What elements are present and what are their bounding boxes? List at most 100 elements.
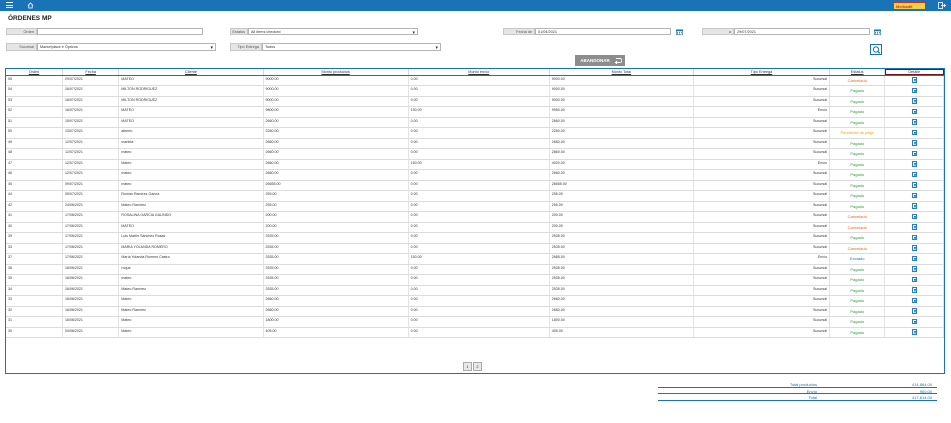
cell-cliente: mateo <box>118 148 264 160</box>
detail-icon[interactable] <box>911 87 917 93</box>
pagination: 1 2 <box>463 362 482 371</box>
cell-monto-productos: 255.00 <box>263 201 409 212</box>
cell-fecha: 15/07/2021 <box>62 117 120 128</box>
detail-icon[interactable] <box>911 245 917 251</box>
cell-monto-total: 2260.00 <box>549 127 694 139</box>
cell-monto-productos: 2660.00 <box>263 159 409 170</box>
tipo-entrega-select[interactable]: Todos ▾ <box>262 43 441 51</box>
detail-icon[interactable] <box>911 297 917 303</box>
cell-monto-total: 2660.00 <box>549 306 694 317</box>
cell-monto-productos: 9000.00 <box>263 85 409 97</box>
detail-icon[interactable] <box>911 129 917 135</box>
cell-tipo-entrega: Sucursal <box>693 316 831 328</box>
orden-input[interactable] <box>37 28 203 35</box>
cell-detalle <box>884 96 944 107</box>
cell-monto-envio: 0.00 <box>408 96 550 107</box>
orders-table: Orden Fecha Cliente Monto productos Monto en… <box>5 68 945 374</box>
chevron-down-icon: ▾ <box>210 45 213 51</box>
cell-monto-total: 9000.00 <box>549 85 694 97</box>
cell-orden: 31 <box>6 316 63 328</box>
detail-icon[interactable] <box>911 182 917 188</box>
cell-tipo-entrega: Sucursal <box>693 295 831 307</box>
cell-fecha: 16/07/2021 <box>62 106 120 118</box>
cell-cliente: ROSALINA GARCIA GALINDO <box>118 211 264 223</box>
detail-icon[interactable] <box>911 276 917 282</box>
cell-detalle <box>884 253 944 265</box>
cell-fecha: 16/06/2021 <box>62 274 120 286</box>
detail-icon[interactable] <box>911 224 917 230</box>
detail-icon[interactable] <box>911 203 917 209</box>
cell-tipo-entrega: Sucursal <box>693 264 831 275</box>
menu-icon[interactable] <box>6 2 13 9</box>
abandon-button[interactable]: ABANDONAR <box>575 55 625 66</box>
cell-monto-envio: 0.00 <box>408 201 550 212</box>
cell-detalle <box>884 222 944 233</box>
cell-orden: 39 <box>6 232 63 244</box>
detail-icon[interactable] <box>911 77 917 83</box>
cell-monto-envio: 150.00 <box>408 159 550 170</box>
cell-tipo-entrega: Sucursal <box>693 96 831 107</box>
total-value: 417,814.00 <box>911 395 932 400</box>
cell-cliente: marleta <box>118 138 264 149</box>
home-icon[interactable] <box>27 2 34 9</box>
detail-icon[interactable] <box>911 329 917 335</box>
calendar-icon[interactable] <box>676 29 684 36</box>
cell-monto-total: 255.00 <box>549 190 694 202</box>
cell-detalle <box>884 243 944 254</box>
detail-icon[interactable] <box>911 318 917 324</box>
detail-icon[interactable] <box>911 287 917 293</box>
cell-fecha: 12/07/2021 <box>62 159 120 170</box>
cell-monto-productos: 2535.00 <box>263 232 409 244</box>
chevron-down-icon: ▾ <box>435 45 438 51</box>
detail-icon[interactable] <box>911 266 917 272</box>
detail-icon[interactable] <box>911 255 917 261</box>
detail-icon[interactable] <box>911 171 917 177</box>
table-row: 54 16/07/2021 MILTON RODRIGUEZ 9000.00 0.00 9… <box>6 85 944 97</box>
page-1-button[interactable]: 1 <box>463 362 472 371</box>
cell-fecha: 17/06/2021 <box>62 232 120 244</box>
detail-icon[interactable] <box>911 192 917 198</box>
status-badge: Pagado <box>829 138 886 149</box>
cell-monto-productos: 2535.00 <box>263 274 409 286</box>
status-badge: Cancelado <box>829 222 886 233</box>
detail-icon[interactable] <box>911 234 917 240</box>
cell-cliente: MILTON RODRIGUEZ <box>118 96 264 107</box>
cell-monto-envio: 0.00 <box>408 295 550 307</box>
cell-tipo-entrega: Sucursal <box>693 85 831 97</box>
detail-icon[interactable] <box>911 161 917 167</box>
cell-fecha: 16/07/2021 <box>62 96 120 107</box>
cell-monto-productos: 2535.00 <box>263 253 409 265</box>
cell-tipo-entrega: Sucursal <box>693 327 831 338</box>
cell-cliente: mateo <box>118 180 264 191</box>
estatus-select[interactable]: All items checked ▾ <box>248 28 418 36</box>
detail-icon[interactable] <box>911 150 917 156</box>
fecha-a-input[interactable]: 29/07/2021 <box>734 28 870 35</box>
exit-icon[interactable] <box>938 2 947 9</box>
detail-icon[interactable] <box>911 98 917 104</box>
status-badge: Pagado <box>829 96 886 107</box>
cell-orden: 52 <box>6 106 63 118</box>
table-row: 51 15/07/2021 MATEO 2660.00 0.00 2660.00 Sucur… <box>6 117 944 128</box>
cell-monto-envio: 0.00 <box>408 138 550 149</box>
page-2-button[interactable]: 2 <box>473 362 482 371</box>
table-row: 44 05/07/2021 Román Ramírez García 255.00 0.… <box>6 190 944 202</box>
cell-tipo-entrega: Sucursal <box>693 117 831 128</box>
cell-monto-productos: 2260.00 <box>263 127 409 139</box>
table-row: 36 16/06/2021 roque 2535.00 0.00 2535.00 Sucur… <box>6 264 944 275</box>
search-button[interactable] <box>870 44 882 55</box>
cell-cliente: Mateo <box>118 295 264 307</box>
total-label: Total <box>808 395 817 400</box>
cell-tipo-entrega: Sucursal <box>693 285 831 296</box>
cell-cliente: Luis Martín Sánchez Rosas <box>118 232 264 244</box>
cell-detalle <box>884 117 944 128</box>
detail-icon[interactable] <box>911 119 917 125</box>
sucursal-select[interactable]: Marketplace e Ópticos ▾ <box>37 43 216 51</box>
cell-monto-envio: 0.00 <box>408 148 550 160</box>
detail-icon[interactable] <box>911 140 917 146</box>
fecha-de-input[interactable]: 01/04/2021 <box>535 28 671 35</box>
detail-icon[interactable] <box>911 108 917 114</box>
calendar-icon[interactable] <box>874 29 882 36</box>
cell-orden: 55 <box>6 75 63 86</box>
detail-icon[interactable] <box>911 213 917 219</box>
detail-icon[interactable] <box>911 308 917 314</box>
